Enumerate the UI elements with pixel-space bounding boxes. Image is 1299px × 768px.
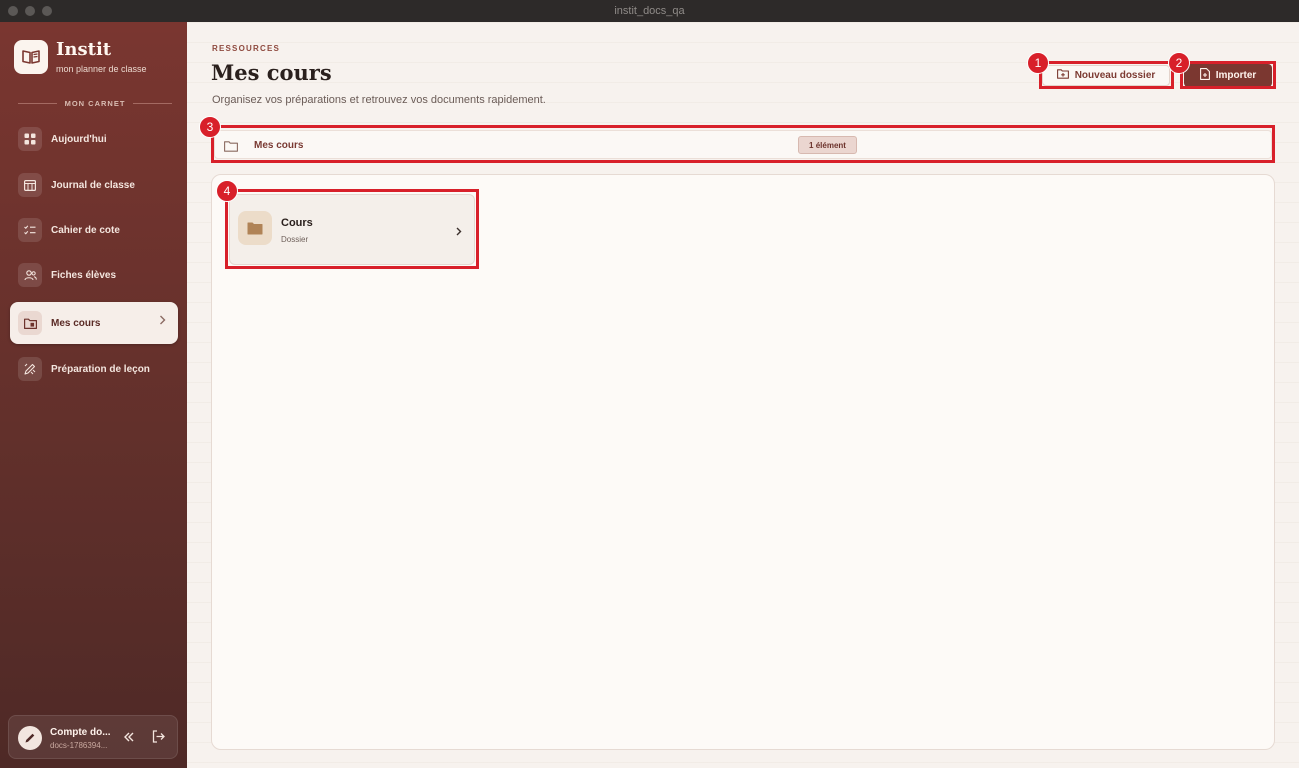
folder-card-title: Cours <box>281 217 313 229</box>
section-label: MON CARNET <box>18 99 172 108</box>
sidebar-item-fiches[interactable]: Fiches élèves <box>10 255 178 295</box>
users-icon <box>18 263 42 287</box>
sidebar-item-label: Journal de classe <box>51 179 135 191</box>
sidebar-item-label: Mes cours <box>51 317 101 329</box>
folder-outline-icon <box>224 139 238 157</box>
sidebar-item-cahier[interactable]: Cahier de cote <box>10 210 178 250</box>
folder-plus-icon <box>1056 69 1069 82</box>
account-card[interactable]: Compte do... docs-1786394... <box>8 715 178 759</box>
brand-name: Instit <box>56 39 112 60</box>
annotation-marker-3: 3 <box>199 116 221 138</box>
annotation-marker-1: 1 <box>1027 52 1049 74</box>
table-icon <box>18 173 42 197</box>
sidebar-item-label: Préparation de leçon <box>51 363 150 375</box>
page-title: Mes cours <box>211 60 332 85</box>
folder-icon <box>238 211 272 245</box>
page-eyebrow: RESSOURCES <box>212 44 281 53</box>
window-title: instit_docs_qa <box>614 5 685 17</box>
file-plus-icon <box>1199 68 1210 83</box>
main-content: RESSOURCES Mes cours Organisez vos prépa… <box>187 22 1299 768</box>
window-controls <box>8 6 52 16</box>
folder-card-type: Dossier <box>281 235 309 244</box>
brand: Instit mon planner de classe <box>14 40 147 74</box>
folder-card[interactable]: Cours Dossier <box>229 194 475 265</box>
sidebar-item-label: Fiches élèves <box>51 269 117 281</box>
page-subtitle: Organisez vos préparations et retrouvez … <box>212 94 546 106</box>
item-count-badge: 1 élément <box>798 136 857 154</box>
items-panel: Cours Dossier <box>211 174 1275 750</box>
pencil-ruler-icon <box>18 357 42 381</box>
logout-icon[interactable] <box>152 730 165 748</box>
import-button[interactable]: Importer <box>1184 64 1272 87</box>
sidebar-item-label: Cahier de cote <box>51 224 120 236</box>
annotation-marker-4: 4 <box>216 180 238 202</box>
chevron-right-icon <box>159 315 166 328</box>
sidebar: Instit mon planner de classe MON CARNET … <box>0 22 187 768</box>
new-folder-button[interactable]: Nouveau dossier <box>1042 65 1170 86</box>
avatar <box>18 726 42 750</box>
zoom-window-button[interactable] <box>42 6 52 16</box>
grid-icon <box>18 127 42 151</box>
checklist-icon <box>18 218 42 242</box>
close-window-button[interactable] <box>8 6 18 16</box>
import-label: Importer <box>1215 70 1257 81</box>
window-titlebar: instit_docs_qa <box>0 0 1299 22</box>
account-id: docs-1786394... <box>50 741 108 750</box>
breadcrumb[interactable]: Mes cours 1 élément <box>214 130 1272 159</box>
sidebar-item-label: Aujourd'hui <box>51 133 107 145</box>
collapse-sidebar-icon[interactable] <box>123 730 135 748</box>
sidebar-item-aujourdhui[interactable]: Aujourd'hui <box>10 119 178 159</box>
sidebar-item-mes-cours[interactable]: Mes cours <box>10 302 178 344</box>
open-book-icon <box>14 40 48 74</box>
brand-tagline: mon planner de classe <box>56 64 147 74</box>
sidebar-item-journal[interactable]: Journal de classe <box>10 165 178 205</box>
account-name: Compte do... <box>50 727 111 738</box>
sidebar-item-preparation[interactable]: Préparation de leçon <box>10 349 178 389</box>
annotation-marker-2: 2 <box>1168 52 1190 74</box>
folder-doc-icon <box>18 311 42 335</box>
minimize-window-button[interactable] <box>25 6 35 16</box>
breadcrumb-label[interactable]: Mes cours <box>254 140 303 151</box>
new-folder-label: Nouveau dossier <box>1074 70 1156 81</box>
chevron-right-icon <box>456 223 462 241</box>
